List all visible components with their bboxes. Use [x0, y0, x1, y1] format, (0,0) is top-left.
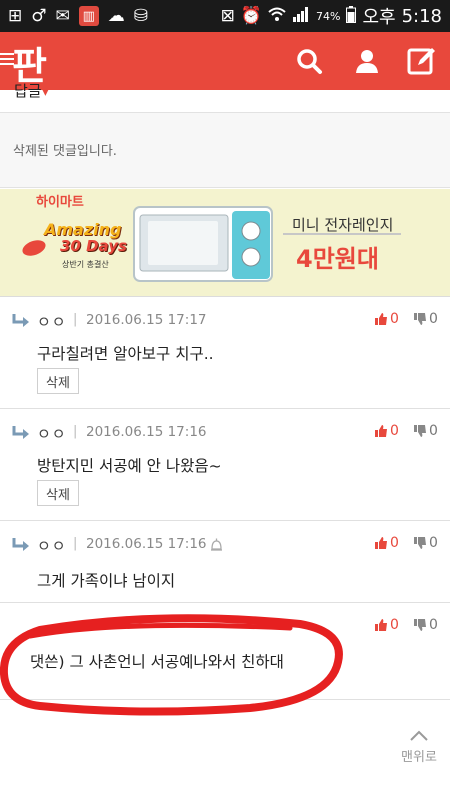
dislike-button[interactable]: 0 [413, 311, 438, 327]
separator: | [73, 424, 78, 439]
deleted-comment-text: 삭제된 댓글입니다. [13, 144, 117, 159]
wifi-icon [268, 6, 286, 26]
cloud-icon: ☁ [107, 5, 125, 26]
thumbs-down-icon [414, 619, 426, 631]
thumbs-up-icon [375, 313, 387, 325]
dislike-count: 0 [429, 617, 438, 633]
back-to-top-button[interactable]: 맨위로 [396, 730, 442, 765]
thumbs-down-icon [414, 425, 426, 437]
dislike-count: 0 [429, 311, 438, 327]
thumbs-up-icon [375, 425, 387, 437]
delete-button[interactable]: 삭제 [37, 368, 79, 394]
ad-banner[interactable]: 하이마트 Amazing 30 Days 상반기 총결산 미니 전자레인지 4만… [0, 189, 450, 297]
signal-icon [292, 6, 310, 26]
thumbs-up-icon [375, 537, 387, 549]
comment-author[interactable]: ㅇㅇ [37, 423, 67, 444]
reply-arrow-icon [12, 538, 29, 551]
search-icon [297, 49, 322, 74]
clock-ampm: 오후 [362, 7, 396, 28]
like-button[interactable]: 0 [374, 535, 399, 551]
comment-date: 2016.06.15 17:17 [86, 312, 207, 328]
comment-text: 방탄지민 서공예 안 나왔음~ [37, 457, 222, 475]
like-button[interactable]: 0 [374, 311, 399, 327]
microwave-image [133, 206, 273, 282]
write-button[interactable] [405, 44, 439, 78]
thumbs-down-icon [414, 537, 426, 549]
chevron-down-icon: ▾ [41, 82, 50, 100]
dislike-count: 0 [429, 423, 438, 439]
write-icon [407, 48, 435, 75]
reply-arrow-icon [12, 426, 29, 439]
comment-item: 0 0 댓쓴) 그 사촌언니 서공예나와서 친하대 [0, 603, 450, 700]
comment-item: ㅇㅇ | 2016.06.15 17:16 0 0 방탄지민 서공예 안 나왔음… [0, 409, 450, 521]
storage-icon: ⛁ [133, 5, 148, 26]
user-button[interactable] [350, 44, 384, 78]
add-box-icon: ⊞ [8, 5, 23, 26]
dislike-button[interactable]: 0 [413, 535, 438, 551]
status-bar: ⊞ ♂ ✉ ▥ ☁ ⛁ ⊠ ⏰ 74% 오후 5:18 [0, 0, 450, 32]
ad-product: 미니 전자레인지 [292, 216, 394, 234]
alarm-icon: ⏰ [240, 5, 262, 26]
like-count: 0 [390, 423, 399, 439]
ad-promo-sub: 상반기 총결산 [62, 260, 109, 269]
clock-time: 5:18 [401, 5, 442, 27]
mail-icon: ✉ [55, 5, 70, 26]
deleted-comment: 삭제된 댓글입니다. [0, 112, 450, 188]
app-icon: ▥ [78, 6, 99, 26]
reply-header: 답글▾ [14, 80, 49, 101]
comment-text: 댓쓴) 그 사촌언니 서공예나와서 친하대 [30, 653, 284, 671]
dislike-button[interactable]: 0 [413, 423, 438, 439]
user-icon [356, 50, 378, 73]
like-button[interactable]: 0 [374, 617, 399, 633]
vibrate-icon: ⊠ [220, 5, 235, 26]
comment-item: ㅇㅇ | 2016.06.15 17:16 0 0 그게 가족이냐 남이지 [0, 521, 450, 603]
female-icon: ♂ [31, 5, 47, 26]
separator: | [73, 312, 78, 327]
back-to-top-label: 맨위로 [401, 750, 437, 765]
dislike-count: 0 [429, 535, 438, 551]
delete-button[interactable]: 삭제 [37, 480, 79, 506]
ad-brand: 하이마트 [36, 195, 84, 210]
comment-date: 2016.06.15 17:16 [86, 424, 207, 440]
like-button[interactable]: 0 [374, 423, 399, 439]
ad-promo-days: 30 Days [60, 237, 127, 255]
report-bell-icon[interactable] [210, 538, 223, 552]
dislike-button[interactable]: 0 [413, 617, 438, 633]
thumbs-up-icon [375, 619, 387, 631]
like-count: 0 [390, 311, 399, 327]
battery-icon [346, 5, 357, 27]
thumbs-down-icon [414, 313, 426, 325]
like-count: 0 [390, 617, 399, 633]
comment-text: 구라칠려면 알아보구 치구.. [37, 345, 214, 363]
reply-header-label: 답글 [14, 82, 42, 100]
comment-author[interactable]: ㅇㅇ [37, 535, 67, 556]
app-bar: 판 [0, 32, 450, 90]
comment-item: ㅇㅇ | 2016.06.15 17:17 0 0 구라칠려면 알아보구 치구.… [0, 297, 450, 409]
comment-text: 그게 가족이냐 남이지 [37, 572, 176, 590]
comment-author[interactable]: ㅇㅇ [37, 311, 67, 332]
search-button[interactable] [292, 44, 326, 78]
comment-date: 2016.06.15 17:16 [86, 536, 207, 552]
separator: | [73, 536, 78, 551]
reply-arrow-icon [12, 314, 29, 327]
flame-icon [20, 237, 48, 259]
battery-percent: 74% [316, 9, 341, 23]
chevron-up-icon [410, 730, 428, 741]
like-count: 0 [390, 535, 399, 551]
ad-price: 4만원대 [296, 245, 379, 273]
